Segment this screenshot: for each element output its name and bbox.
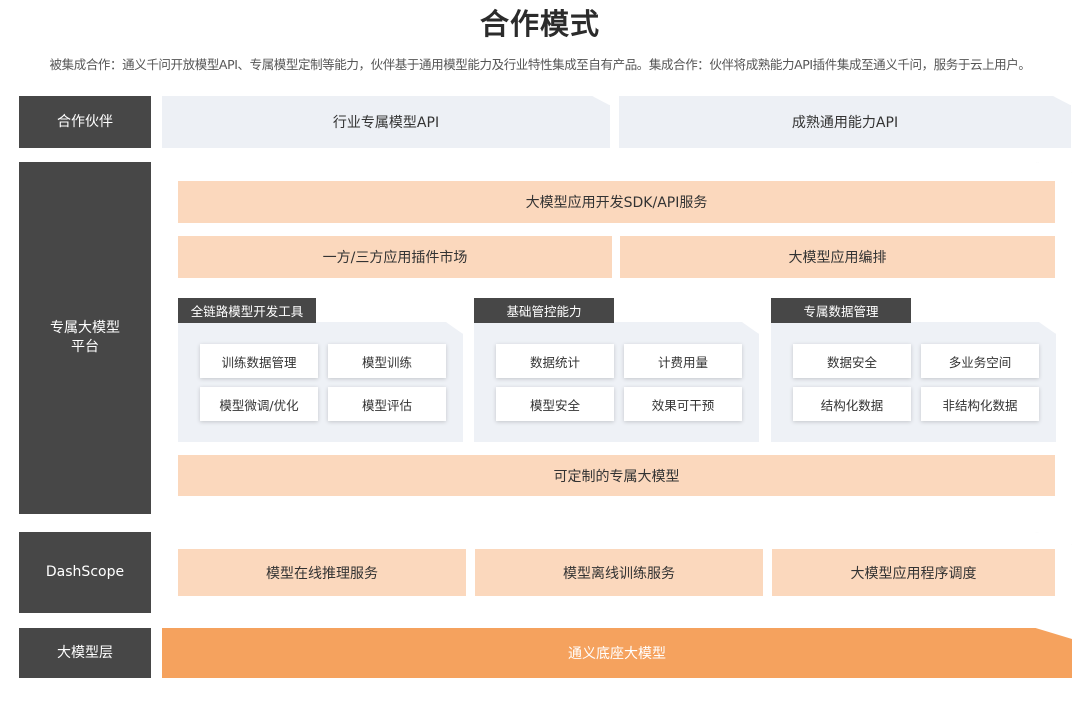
dashscope-app-scheduling: 大模型应用程序调度	[772, 549, 1055, 596]
chip-structured-data: 结构化数据	[793, 387, 911, 421]
chip-effect-intervention: 效果可干预	[624, 387, 742, 421]
layer-label-platform: 专属大模型 平台	[19, 162, 151, 514]
partner-item-general-api: 成熟通用能力API	[619, 96, 1071, 148]
chip-model-training-label: 模型训练	[361, 354, 412, 370]
chip-model-eval-label: 模型评估	[361, 397, 412, 413]
layer-label-partner: 合作伙伴	[19, 96, 151, 148]
chip-model-eval: 模型评估	[328, 387, 446, 421]
partner-item-industry-api: 行业专属模型API	[162, 96, 610, 148]
chip-unstructured-data: 非结构化数据	[921, 387, 1039, 421]
platform-orchestration-bar: 大模型应用编排	[620, 236, 1055, 278]
chip-model-training: 模型训练	[328, 344, 446, 378]
group-tag-control: 基础管控能力	[474, 298, 614, 323]
platform-custom-model-label: 可定制的专属大模型	[553, 468, 680, 485]
layer-label-dashscope-text: DashScope	[45, 564, 125, 580]
group-tag-data-mgmt: 专属数据管理	[771, 298, 911, 323]
chip-billing: 计费用量	[624, 344, 742, 378]
platform-orchestration-label: 大模型应用编排	[788, 250, 887, 266]
layer-label-model: 大模型层	[19, 628, 151, 678]
group-panel-data-mgmt	[771, 322, 1056, 442]
dashscope-app-scheduling-label: 大模型应用程序调度	[850, 565, 977, 582]
group-tag-dev-tools-label: 全链路模型开发工具	[190, 304, 304, 319]
chip-training-data-label: 训练数据管理	[221, 354, 297, 370]
dashscope-online-inference-label: 模型在线推理服务	[266, 565, 378, 582]
chip-effect-intervention-label: 效果可干预	[651, 397, 715, 413]
platform-sdk-bar: 大模型应用开发SDK/API服务	[178, 181, 1055, 223]
page-subtitle: 被集成合作：通义千问开放模型API、专属模型定制等能力，伙伴基于通用模型能力及行…	[49, 57, 1031, 72]
group-panel-control	[474, 322, 759, 442]
layer-label-partner-text: 合作伙伴	[57, 113, 113, 130]
group-tag-control-label: 基础管控能力	[506, 304, 582, 319]
chip-multi-workspace-label: 多业务空间	[948, 354, 1012, 370]
partner-item-general-api-label: 成熟通用能力API	[791, 115, 899, 131]
page-title: 合作模式	[479, 7, 600, 41]
chip-data-stats-label: 数据统计	[529, 354, 580, 370]
layer-label-model-text: 大模型层	[57, 644, 113, 661]
group-tag-data-mgmt-label: 专属数据管理	[803, 304, 879, 319]
dashscope-offline-training: 模型离线训练服务	[475, 549, 763, 596]
chip-unstructured-data-label: 非结构化数据	[942, 397, 1018, 413]
dashscope-offline-training-label: 模型离线训练服务	[563, 565, 675, 582]
platform-sdk-label: 大模型应用开发SDK/API服务	[525, 195, 708, 211]
layer-label-platform-text: 专属大模型 平台	[50, 320, 120, 355]
platform-plugin-market-label: 一方/三方应用插件市场	[322, 250, 468, 266]
chip-data-security: 数据安全	[793, 344, 911, 378]
chip-model-finetune: 模型微调/优化	[200, 387, 318, 421]
chip-data-security-label: 数据安全	[826, 354, 877, 370]
base-model-bar: 通义底座大模型	[162, 628, 1072, 678]
dashscope-online-inference: 模型在线推理服务	[178, 549, 466, 596]
chip-billing-label: 计费用量	[657, 354, 708, 370]
group-panel-dev-tools	[178, 322, 463, 442]
chip-model-finetune-label: 模型微调/优化	[219, 397, 299, 413]
chip-data-stats: 数据统计	[496, 344, 614, 378]
chip-model-security: 模型安全	[496, 387, 614, 421]
base-model-label: 通义底座大模型	[568, 646, 666, 662]
platform-plugin-market-bar: 一方/三方应用插件市场	[178, 236, 612, 278]
chip-structured-data-label: 结构化数据	[820, 397, 884, 413]
platform-custom-model-bar: 可定制的专属大模型	[178, 455, 1055, 496]
chip-training-data: 训练数据管理	[200, 344, 318, 378]
partner-item-industry-api-label: 行业专属模型API	[332, 115, 440, 131]
chip-multi-workspace: 多业务空间	[921, 344, 1039, 378]
layer-label-dashscope: DashScope	[19, 532, 151, 613]
group-tag-dev-tools: 全链路模型开发工具	[178, 298, 316, 323]
chip-model-security-label: 模型安全	[529, 397, 580, 413]
